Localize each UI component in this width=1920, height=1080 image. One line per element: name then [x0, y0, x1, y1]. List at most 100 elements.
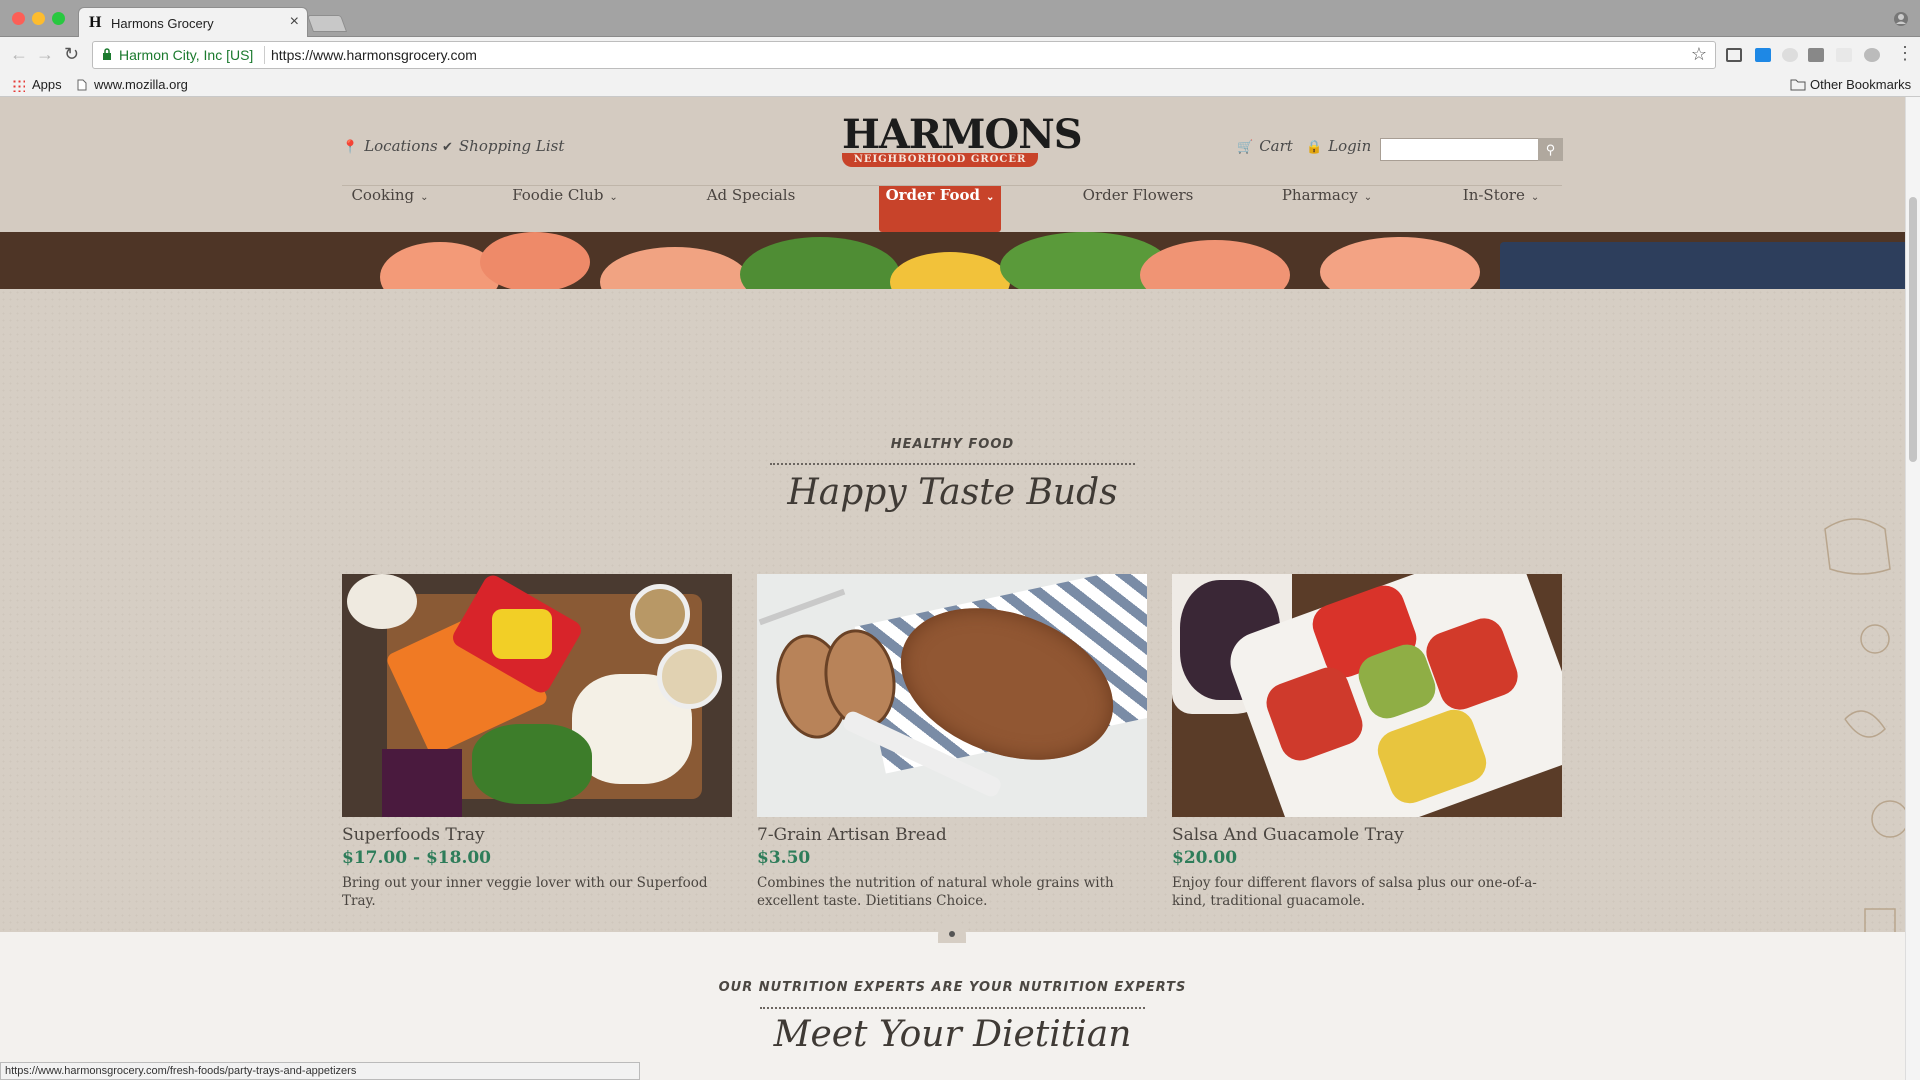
reload-icon[interactable]: ↻ [64, 44, 79, 65]
close-tab-icon[interactable]: × [290, 13, 299, 31]
address-bar[interactable]: Harmon City, Inc [US] https://www.harmon… [92, 41, 1716, 69]
product-card[interactable]: Superfoods Tray $17.00 - $18.00 Bring ou… [342, 574, 732, 909]
url-text[interactable]: https://www.harmonsgrocery.com [271, 47, 477, 63]
extension-icon[interactable] [1836, 48, 1852, 62]
extension-icon[interactable] [1782, 48, 1798, 62]
bookmark-star-icon[interactable]: ☆ [1691, 44, 1707, 65]
nav-in-store[interactable]: In-Store ⌄ [1455, 186, 1547, 232]
page-scrollbar[interactable] [1905, 97, 1920, 1080]
nav-foodie-club[interactable]: Foodie Club ⌄ [508, 186, 622, 232]
main-nav: Cooking ⌄ Foodie Club ⌄ Ad Specials Order … [342, 185, 1562, 232]
product-price: $3.50 [757, 848, 811, 868]
nav-ad-specials[interactable]: Ad Specials [702, 186, 800, 232]
locations-label: Locations [364, 137, 438, 155]
browser-toolbar: ← → ↻ Harmon City, Inc [US] https://www.… [0, 37, 1920, 73]
nav-order-flowers[interactable]: Order Flowers [1079, 186, 1197, 232]
nav-label: In-Store [1462, 186, 1525, 204]
other-bookmarks[interactable]: Other Bookmarks [1810, 77, 1911, 92]
browser-tab[interactable]: H Harmons Grocery × [78, 7, 308, 38]
page-icon [77, 79, 87, 91]
product-name[interactable]: 7-Grain Artisan Bread [757, 825, 947, 845]
minimize-window-button[interactable] [32, 12, 45, 25]
search-input[interactable] [1380, 138, 1562, 161]
site-identity-label: Harmon City, Inc [US] [119, 47, 254, 63]
nav-label: Cooking [351, 186, 415, 204]
map-pin-icon: 📍 [342, 140, 359, 155]
forward-icon[interactable]: → [36, 44, 54, 65]
nav-pharmacy[interactable]: Pharmacy ⌄ [1277, 186, 1377, 232]
nav-label: Pharmacy [1281, 186, 1358, 204]
chevron-down-icon: ⌄ [609, 192, 618, 203]
locations-link[interactable]: 📍 Locations [342, 137, 438, 155]
cast-icon[interactable] [1726, 48, 1742, 62]
cart-link[interactable]: 🛒 Cart [1237, 137, 1293, 155]
product-description: Bring out your inner veggie lover with o… [342, 875, 708, 909]
login-link[interactable]: 🔒 Login [1306, 137, 1371, 155]
extension-icon[interactable] [1755, 48, 1771, 62]
cart-label: Cart [1259, 137, 1293, 155]
nav-cooking[interactable]: Cooking ⌄ [342, 186, 438, 232]
healthy-food-section: HEALTHY FOOD Happy Taste Buds Superfoods… [0, 289, 1905, 1080]
address-separator [264, 46, 265, 64]
shopping-list-link[interactable]: ✔ Shopping List [442, 137, 564, 155]
logo-text: HARMONS [842, 111, 1083, 158]
product-price: $17.00 - $18.00 [342, 848, 492, 868]
folder-icon [1790, 79, 1806, 91]
nav-label: Foodie Club [512, 186, 604, 204]
pager-dot[interactable] [949, 931, 955, 937]
lock-icon [103, 48, 111, 60]
product-description: Combines the nutrition of natural whole … [757, 875, 1114, 909]
product-card[interactable]: Salsa And Guacamole Tray $20.00 Enjoy fo… [1172, 574, 1562, 909]
product-name[interactable]: Superfoods Tray [342, 825, 485, 845]
login-label: Login [1328, 137, 1372, 155]
chevron-down-icon: ⌄ [1363, 192, 1373, 203]
salsa-guacamole-image[interactable] [1172, 574, 1562, 817]
hero-image [0, 232, 1905, 289]
chevron-down-icon: ⌄ [986, 192, 995, 203]
checkmark-icon: ✔ [442, 140, 453, 155]
nav-order-food[interactable]: Order Food ⌄ [879, 186, 1001, 232]
dietitian-section: OUR NUTRITION EXPERTS ARE YOUR NUTRITION… [0, 932, 1905, 1080]
back-icon[interactable]: ← [10, 44, 28, 65]
product-price: $20.00 [1172, 848, 1238, 868]
product-card[interactable]: 7-Grain Artisan Bread $3.50 Combines the… [757, 574, 1147, 909]
bookmark-mozilla[interactable]: www.mozilla.org [94, 77, 188, 92]
section-eyebrow: HEALTHY FOOD [890, 437, 1015, 452]
harmons-logo[interactable]: HARMONS NEIGHBORHOOD GROCER [842, 111, 1083, 167]
lock-icon: 🔒 [1306, 140, 1323, 155]
chevron-down-icon: ⌄ [420, 192, 429, 203]
cart-icon: 🛒 [1237, 140, 1254, 155]
favicon-icon: H [89, 14, 102, 31]
carousel-pager [938, 921, 966, 943]
scrollbar-thumb[interactable] [1909, 197, 1917, 462]
extension-icon[interactable] [1808, 48, 1824, 62]
status-bar: https://www.harmonsgrocery.com/fresh-foo… [0, 1062, 640, 1080]
artisan-bread-image[interactable] [757, 574, 1147, 817]
chevron-down-icon: ⌄ [1530, 192, 1540, 203]
bookmark-apps[interactable]: Apps [32, 77, 62, 92]
search-icon: ⚲ [1545, 142, 1556, 157]
web-page: 📍 Locations ✔ Shopping List HARMONS NEIGHB… [0, 97, 1905, 1080]
browser-tab-bar: H Harmons Grocery × [0, 0, 1920, 38]
dotted-divider [770, 463, 1135, 465]
extension-icon[interactable] [1864, 48, 1880, 62]
section-eyebrow: OUR NUTRITION EXPERTS ARE YOUR NUTRITION… [718, 980, 1187, 995]
nav-label: Order Flowers [1082, 186, 1194, 204]
profile-icon[interactable] [1893, 11, 1909, 27]
menu-icon[interactable]: ⋮ [1896, 43, 1914, 64]
nav-label: Ad Specials [706, 186, 796, 204]
superfoods-tray-image[interactable] [342, 574, 732, 817]
section-title: Happy Taste Buds [787, 472, 1118, 513]
close-window-button[interactable] [12, 12, 25, 25]
shopping-list-label: Shopping List [458, 137, 565, 155]
apps-icon[interactable] [12, 79, 25, 92]
product-name[interactable]: Salsa And Guacamole Tray [1172, 825, 1404, 845]
product-description: Enjoy four different flavors of salsa pl… [1172, 875, 1537, 909]
new-tab-button[interactable] [306, 15, 348, 32]
bookmarks-bar: Apps www.mozilla.org Other Bookmarks [0, 73, 1920, 97]
search-button[interactable]: ⚲ [1538, 138, 1563, 161]
maximize-window-button[interactable] [52, 12, 65, 25]
nav-label: Order Food [885, 186, 981, 204]
section-title: Meet Your Dietitian [773, 1014, 1132, 1055]
tab-title: Harmons Grocery [111, 16, 214, 31]
